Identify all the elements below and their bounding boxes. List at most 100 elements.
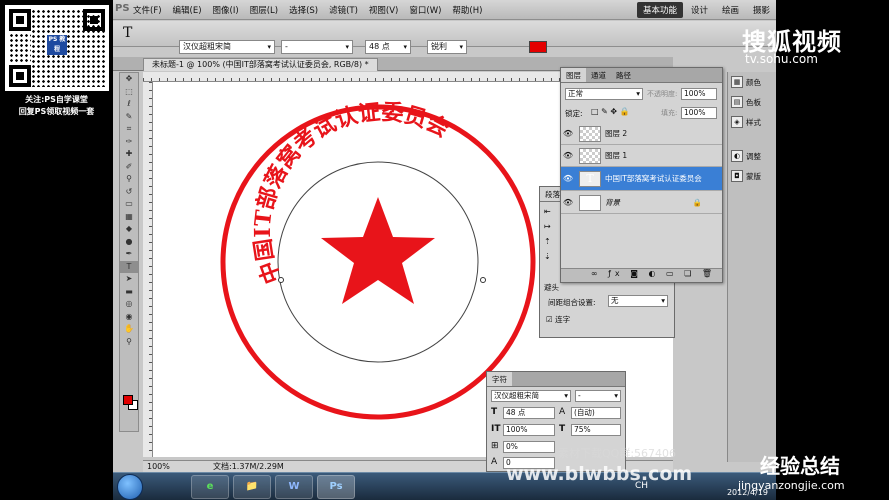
start-button[interactable] bbox=[117, 474, 143, 500]
char-tracking-field[interactable]: 0% bbox=[503, 441, 555, 453]
layer-thumbnail bbox=[579, 194, 601, 211]
tab-character[interactable]: 字符 bbox=[487, 372, 512, 386]
hyphenate-checkbox[interactable]: ☑ 连字 bbox=[546, 314, 570, 325]
lasso-tool-icon[interactable]: ℓ bbox=[120, 98, 138, 111]
workspace-design[interactable]: 设计 bbox=[685, 2, 714, 18]
char-leading-field[interactable]: (自动) bbox=[571, 407, 621, 419]
char-vscale-field[interactable]: 100% bbox=[503, 424, 555, 436]
eye-icon[interactable]: 👁 bbox=[561, 198, 575, 207]
tab-paths[interactable]: 路径 bbox=[611, 68, 636, 82]
move-tool-icon[interactable]: ✥ bbox=[120, 73, 138, 86]
menu-layer[interactable]: 图层(L) bbox=[250, 4, 278, 16]
path-select-tool-icon[interactable]: ➤ bbox=[120, 273, 138, 286]
stamp-tool-icon[interactable]: ⚲ bbox=[120, 173, 138, 186]
menu-edit[interactable]: 编辑(E) bbox=[173, 4, 202, 16]
char-font-select[interactable]: 汉仪超粗宋简 ▾ bbox=[491, 390, 571, 402]
dock-masks[interactable]: ◘ 蒙版 bbox=[728, 166, 776, 186]
swatches-icon: ▤ bbox=[731, 96, 743, 108]
right-dock: ▦ 颜色 ▤ 色板 ◈ 样式 ◐ 调整 ◘ 蒙版 bbox=[727, 72, 776, 462]
taskbar-ie[interactable]: e bbox=[191, 475, 229, 499]
workspace-photography[interactable]: 摄影 bbox=[747, 2, 776, 18]
brush-tool-icon[interactable]: ✐ bbox=[120, 161, 138, 174]
fill-field[interactable]: 100% bbox=[681, 107, 717, 119]
layers-footer-buttons[interactable]: ∞ ƒx ◙ ◐ ▭ ❏ 🗑 bbox=[561, 268, 722, 282]
anti-alias-select[interactable]: 锐利 ▾ bbox=[427, 40, 467, 54]
layer-name: 中国IT部落窝考试认证委员会 bbox=[605, 174, 702, 183]
opacity-field[interactable]: 100% bbox=[681, 88, 717, 100]
3d-rotate-tool-icon[interactable]: ◎ bbox=[120, 298, 138, 311]
tools-panel: ✥ ⬚ ℓ ✎ ⌗ ✑ ✚ ✐ ⚲ ↺ ▭ ▦ ◆ ● ✒ T ➤ ▬ ◎ ◉ … bbox=[119, 72, 139, 432]
font-size-select[interactable]: 48 点 ▾ bbox=[365, 40, 411, 54]
layer-row-text[interactable]: 👁 T 中国IT部落窝考试认证委员会 bbox=[561, 167, 722, 191]
menu-help[interactable]: 帮助(H) bbox=[452, 4, 482, 16]
jingyan-url: jingyanzongjie.com bbox=[738, 479, 845, 492]
eye-icon[interactable]: 👁 bbox=[561, 129, 575, 138]
type-tool-icon[interactable]: T bbox=[123, 25, 132, 41]
layer-row-background[interactable]: 👁 背景 🔒 bbox=[561, 192, 722, 214]
eraser-tool-icon[interactable]: ▭ bbox=[120, 198, 138, 211]
fill-label: 填充: bbox=[661, 109, 678, 117]
spacing-select[interactable]: 无 ▾ bbox=[608, 295, 668, 307]
type-tool-icon-panel[interactable]: T bbox=[120, 260, 138, 273]
layer-name: 背景 bbox=[605, 198, 620, 207]
baseline-icon: A bbox=[491, 457, 498, 467]
hand-tool-icon[interactable]: ✋ bbox=[120, 323, 138, 336]
app-bar: PS 文件(F) 编辑(E) 图像(I) 图层(L) 选择(S) 滤镜(T) 视… bbox=[113, 0, 776, 20]
menu-image[interactable]: 图像(I) bbox=[213, 4, 239, 16]
indent-left-icon: ⇤ bbox=[544, 207, 551, 216]
right-black-bar bbox=[776, 0, 889, 472]
tab-layers[interactable]: 图层 bbox=[561, 68, 586, 82]
dock-color[interactable]: ▦ 颜色 bbox=[728, 72, 776, 92]
menu-filter[interactable]: 滤镜(T) bbox=[329, 4, 358, 16]
masks-icon: ◘ bbox=[731, 170, 743, 182]
char-hscale-field[interactable]: 75% bbox=[571, 424, 621, 436]
eyedropper-tool-icon[interactable]: ✑ bbox=[120, 136, 138, 149]
dock-swatches[interactable]: ▤ 色板 bbox=[728, 92, 776, 112]
path-anchor-right bbox=[480, 277, 486, 283]
healing-tool-icon[interactable]: ✚ bbox=[120, 148, 138, 161]
photoshop-window: PS 文件(F) 编辑(E) 图像(I) 图层(L) 选择(S) 滤镜(T) 视… bbox=[113, 0, 776, 472]
eye-icon[interactable]: 👁 bbox=[561, 174, 575, 183]
menu-view[interactable]: 视图(V) bbox=[369, 4, 398, 16]
foreground-color-swatch[interactable] bbox=[123, 395, 133, 405]
blur-tool-icon[interactable]: ◆ bbox=[120, 223, 138, 236]
quick-select-tool-icon[interactable]: ✎ bbox=[120, 111, 138, 124]
font-style-select[interactable]: - ▾ bbox=[281, 40, 353, 54]
dock-styles[interactable]: ◈ 样式 bbox=[728, 112, 776, 132]
layer-row-layer1[interactable]: 👁 图层 1 bbox=[561, 145, 722, 167]
taskbar-word[interactable]: W bbox=[275, 475, 313, 499]
vertical-ruler bbox=[143, 82, 153, 457]
blend-mode-select[interactable]: 正常 ▾ bbox=[565, 88, 643, 100]
char-size-field[interactable]: 48 点 bbox=[503, 407, 555, 419]
watermark-site: www.blwbbs.com bbox=[506, 463, 693, 485]
status-zoom[interactable]: 100% bbox=[147, 461, 170, 472]
workspace-painting[interactable]: 绘画 bbox=[716, 2, 745, 18]
eye-icon[interactable]: 👁 bbox=[561, 151, 575, 160]
zoom-tool-icon[interactable]: ⚲ bbox=[120, 336, 138, 349]
watermark-qq: 素材下载QQ群:567406 bbox=[558, 447, 677, 460]
menu-select[interactable]: 选择(S) bbox=[289, 4, 318, 16]
menu-window[interactable]: 窗口(W) bbox=[409, 4, 441, 16]
marquee-tool-icon[interactable]: ⬚ bbox=[120, 86, 138, 99]
menu-file[interactable]: 文件(F) bbox=[133, 4, 162, 16]
lock-icons[interactable]: □ ✎ ✥ 🔒 bbox=[591, 107, 630, 116]
font-family-select[interactable]: 汉仪超粗宋简 ▾ bbox=[179, 40, 275, 54]
taskbar-photoshop[interactable]: Ps bbox=[317, 475, 355, 499]
tab-channels[interactable]: 通道 bbox=[586, 68, 611, 82]
pen-tool-icon[interactable]: ✒ bbox=[120, 248, 138, 261]
workspace-essentials[interactable]: 基本功能 bbox=[636, 2, 683, 18]
text-color-swatch[interactable] bbox=[529, 41, 547, 53]
gradient-tool-icon[interactable]: ▦ bbox=[120, 211, 138, 224]
indent-first-icon: ↦ bbox=[544, 222, 551, 231]
3d-orbit-tool-icon[interactable]: ◉ bbox=[120, 311, 138, 324]
dock-adjustments[interactable]: ◐ 调整 bbox=[728, 146, 776, 166]
shape-tool-icon[interactable]: ▬ bbox=[120, 286, 138, 299]
taskbar-explorer[interactable]: 📁 bbox=[233, 475, 271, 499]
document-tab[interactable]: 未标题-1 @ 100% (中国IT部落窝考试认证委员会, RGB/8) * bbox=[143, 58, 378, 71]
crop-tool-icon[interactable]: ⌗ bbox=[120, 123, 138, 136]
kinsoku-label: 避头 bbox=[544, 283, 559, 292]
dodge-tool-icon[interactable]: ● bbox=[120, 236, 138, 249]
history-brush-tool-icon[interactable]: ↺ bbox=[120, 186, 138, 199]
layer-row-layer2[interactable]: 👁 图层 2 bbox=[561, 123, 722, 145]
char-style-select[interactable]: - ▾ bbox=[575, 390, 621, 402]
